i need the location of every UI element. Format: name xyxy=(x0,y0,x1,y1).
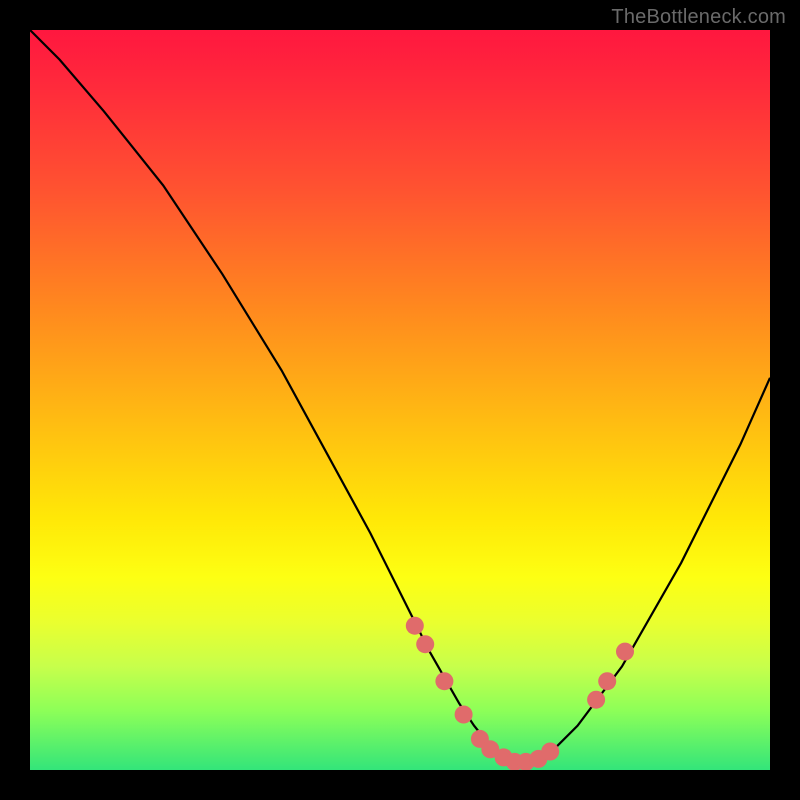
data-point-marker xyxy=(416,635,434,653)
data-point-marker xyxy=(455,706,473,724)
data-point-marker xyxy=(616,643,634,661)
curve-line xyxy=(30,30,770,763)
data-point-marker xyxy=(406,617,424,635)
outer-frame: TheBottleneck.com xyxy=(0,0,800,800)
data-point-marker xyxy=(587,691,605,709)
data-point-marker xyxy=(435,672,453,690)
chart-svg xyxy=(30,30,770,770)
data-point-marker xyxy=(541,743,559,761)
data-point-marker xyxy=(598,672,616,690)
marker-group xyxy=(406,617,634,770)
attribution-text: TheBottleneck.com xyxy=(611,6,786,29)
